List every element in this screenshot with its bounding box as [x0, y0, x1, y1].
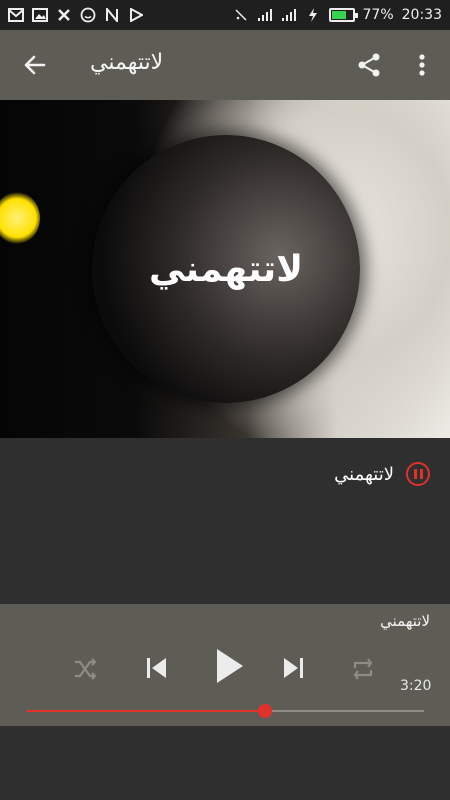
shuffle-icon[interactable] [70, 654, 100, 684]
album-title: لاتتهمني [148, 248, 304, 290]
status-right-icons: 77% 20:33 [233, 7, 442, 23]
charging-icon [305, 7, 321, 23]
seek-bar[interactable] [26, 704, 424, 718]
album-art-banner: لاتتهمني [0, 100, 450, 438]
page-title: لاتتهمني [90, 50, 164, 75]
clock: 20:33 [401, 7, 442, 23]
back-arrow-icon[interactable] [22, 52, 48, 78]
album-disc: لاتتهمني [92, 135, 360, 403]
stage-light [0, 192, 40, 244]
play-icon[interactable] [207, 644, 251, 688]
image-icon [32, 7, 48, 23]
share-icon[interactable] [356, 52, 382, 78]
signal-icon [281, 7, 297, 23]
skip-previous-icon[interactable] [140, 652, 172, 684]
mini-player: لاتتهمني 3:20 [0, 604, 450, 726]
play-store-icon [128, 7, 144, 23]
now-playing-title: لاتتهمني [380, 612, 430, 630]
emoji-icon [80, 7, 96, 23]
skip-next-icon[interactable] [278, 652, 310, 684]
battery-icon [328, 8, 358, 22]
mail-icon [8, 7, 24, 23]
x-icon [56, 7, 72, 23]
app-bar: لاتتهمني [0, 30, 450, 100]
track-title: لاتتهمني [334, 463, 394, 485]
seek-progress [26, 710, 265, 712]
more-vert-icon[interactable] [412, 52, 432, 78]
repeat-icon[interactable] [348, 654, 378, 684]
seek-thumb[interactable] [257, 704, 272, 718]
battery-percent: 77% [362, 7, 394, 23]
status-left-icons [8, 7, 144, 23]
vibrate-icon [233, 7, 249, 23]
pause-icon[interactable] [406, 462, 430, 486]
track-list: لاتتهمني [0, 438, 450, 604]
list-item[interactable]: لاتتهمني [334, 462, 430, 486]
signal-icon [257, 7, 273, 23]
bottom-area [0, 726, 450, 800]
n-icon [104, 7, 120, 23]
status-bar: 77% 20:33 [0, 0, 450, 30]
track-duration: 3:20 [400, 678, 432, 694]
